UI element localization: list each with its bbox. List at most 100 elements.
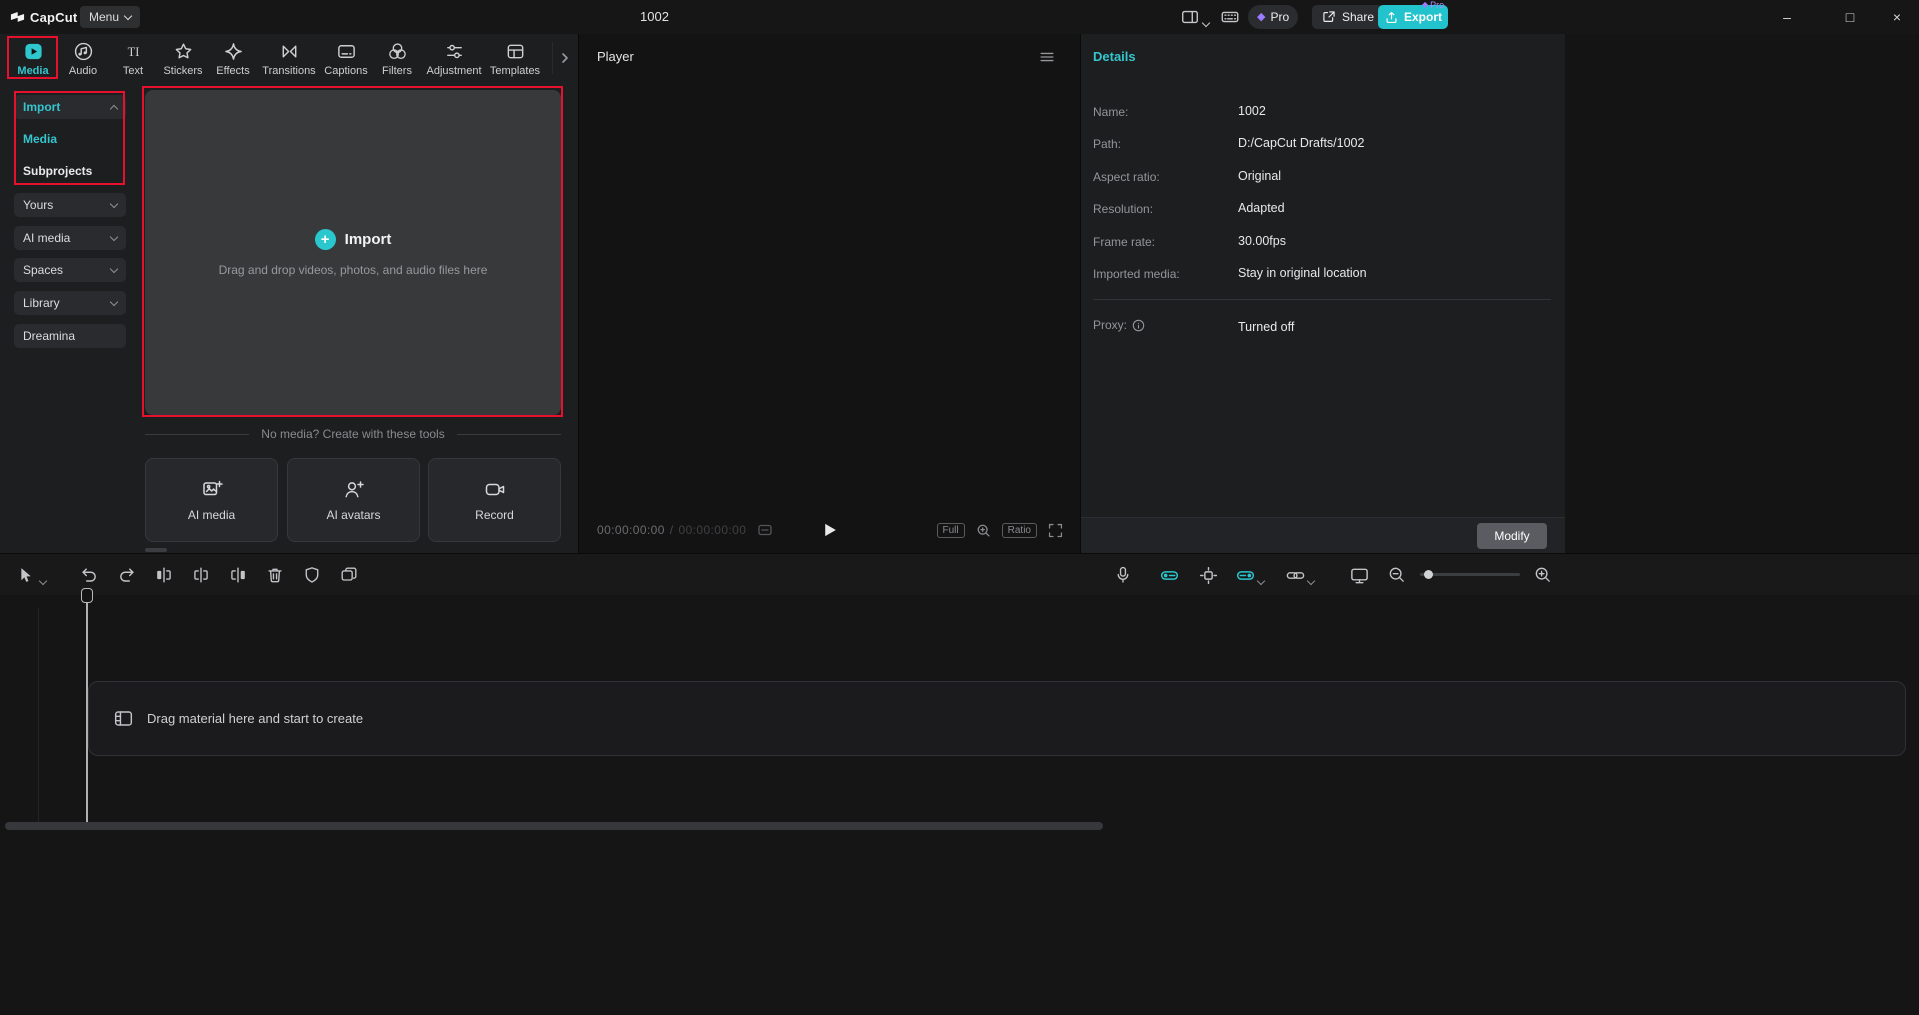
- timecode: 00:00:00:00 / 00:00:00:00: [597, 515, 773, 545]
- zoom-magnifier-icon[interactable]: [975, 522, 992, 539]
- tabs-overflow-button[interactable]: [552, 42, 577, 74]
- details-row-path: Path: D:/CapCut Drafts/1002: [1093, 136, 1365, 151]
- chevron-down-icon: [109, 232, 119, 242]
- maximize-button[interactable]: □: [1828, 0, 1872, 34]
- zoom-out-icon[interactable]: [1386, 564, 1408, 586]
- share-label: Share: [1342, 10, 1375, 24]
- share-button[interactable]: Share: [1312, 5, 1384, 29]
- preview-axis-icon[interactable]: [1348, 564, 1370, 586]
- tab-text[interactable]: TI Text: [108, 37, 158, 81]
- sidebar-item-import[interactable]: Import: [14, 95, 126, 119]
- chevron-down-icon[interactable]: [1306, 571, 1316, 589]
- chevron-right-icon: [559, 52, 571, 64]
- timeline-toolbar: [0, 553, 1919, 595]
- undo-icon[interactable]: [78, 564, 100, 586]
- voiceover-mic-icon[interactable]: [1112, 564, 1134, 586]
- menu-button[interactable]: Menu: [80, 6, 141, 28]
- duration-box-icon[interactable]: [757, 522, 773, 538]
- sparkle-icon: [223, 41, 244, 62]
- import-drop-area[interactable]: + Import Drag and drop videos, photos, a…: [145, 90, 561, 415]
- sliders-icon: [444, 41, 465, 62]
- timeline-zoom-slider[interactable]: [1420, 570, 1520, 579]
- playhead-handle[interactable]: [81, 588, 93, 603]
- tab-adjustment[interactable]: Adjustment: [422, 37, 486, 81]
- timeline-scrollbar[interactable]: [5, 822, 1103, 830]
- zoom-in-icon[interactable]: [1532, 564, 1554, 586]
- ai-media-card[interactable]: AI media: [145, 458, 278, 542]
- sidebar-item-dreamina[interactable]: Dreamina: [14, 324, 126, 348]
- tab-transitions[interactable]: Transitions: [258, 37, 320, 81]
- player-controls: 00:00:00:00 / 00:00:00:00 Full Ratio: [579, 515, 1080, 545]
- media-sidebar: Import Media Subprojects Yours AI media …: [0, 82, 140, 553]
- sidebar-item-media[interactable]: Media: [14, 128, 126, 150]
- chevron-down-icon: [123, 11, 133, 21]
- tab-stickers[interactable]: Stickers: [156, 37, 210, 81]
- play-button[interactable]: [821, 521, 838, 539]
- media-icon: [23, 41, 44, 62]
- player-title: Player: [597, 49, 634, 64]
- asset-tab-bar: Media Audio TI Text Stickers Effects Tra…: [0, 34, 578, 82]
- timeline-drop-zone[interactable]: Drag material here and start to create: [88, 681, 1906, 756]
- ai-avatars-icon: [343, 478, 365, 500]
- chevron-down-icon: [109, 199, 119, 209]
- player-view-controls: Full Ratio: [936, 515, 1064, 545]
- details-row-aspect-ratio: Aspect ratio: Original: [1093, 169, 1282, 184]
- tab-audio[interactable]: Audio: [58, 37, 108, 81]
- tab-filters[interactable]: Filters: [374, 37, 420, 81]
- link-clips-icon[interactable]: [1284, 564, 1306, 586]
- delete-left-split-icon[interactable]: [153, 564, 175, 586]
- sidebar-item-subprojects[interactable]: Subprojects: [14, 160, 126, 182]
- media-import-panel: + Import Drag and drop videos, photos, a…: [140, 82, 578, 553]
- details-row-proxy: Proxy:: [1093, 318, 1145, 332]
- split-icon[interactable]: [190, 564, 212, 586]
- free-position-toggle-icon[interactable]: [1197, 564, 1219, 586]
- details-row-frame-rate: Frame rate: 30.00fps: [1093, 234, 1286, 249]
- redo-icon[interactable]: [116, 564, 138, 586]
- sidebar-item-ai-media[interactable]: AI media: [14, 226, 126, 250]
- sidebar-item-library[interactable]: Library: [14, 291, 126, 315]
- tools-divider: No media? Create with these tools: [145, 427, 561, 441]
- fullscreen-icon[interactable]: [1047, 522, 1064, 539]
- tab-effects[interactable]: Effects: [210, 37, 256, 81]
- modify-button[interactable]: Modify: [1477, 523, 1547, 549]
- transitions-icon: [279, 41, 300, 62]
- delete-right-split-icon[interactable]: [227, 564, 249, 586]
- full-button[interactable]: Full: [936, 522, 965, 538]
- close-button[interactable]: ×: [1875, 0, 1919, 34]
- tab-templates[interactable]: Templates: [484, 37, 546, 81]
- media-panel-scrollbar[interactable]: [145, 548, 167, 552]
- ratio-button[interactable]: Ratio: [1001, 522, 1037, 538]
- plus-circle-icon: +: [314, 228, 336, 250]
- tab-media[interactable]: Media: [8, 37, 58, 81]
- mask-shield-icon[interactable]: [301, 564, 323, 586]
- chevron-down-icon[interactable]: [1201, 13, 1211, 31]
- templates-icon: [505, 41, 526, 62]
- select-tool-icon[interactable]: [14, 564, 36, 586]
- compound-clip-icon[interactable]: [338, 564, 360, 586]
- minimize-button[interactable]: –: [1765, 0, 1809, 34]
- zoom-slider-handle[interactable]: [1424, 570, 1433, 579]
- tab-captions[interactable]: Captions: [318, 37, 374, 81]
- player-menu-icon[interactable]: [1038, 48, 1056, 66]
- record-card[interactable]: Record: [428, 458, 561, 542]
- info-icon[interactable]: [1132, 319, 1145, 332]
- pro-button[interactable]: ◆ Pro: [1248, 5, 1299, 29]
- keyboard-shortcuts-icon[interactable]: [1220, 7, 1240, 27]
- chevron-down-icon[interactable]: [1256, 571, 1266, 589]
- camera-icon: [484, 478, 506, 500]
- media-clip-icon: [113, 708, 134, 729]
- ai-avatars-card[interactable]: AI avatars: [287, 458, 420, 542]
- total-time: 00:00:00:00: [678, 523, 747, 537]
- sidebar-item-yours[interactable]: Yours: [14, 193, 126, 217]
- workspace-layout-icon[interactable]: [1180, 7, 1200, 27]
- delete-icon[interactable]: [264, 564, 286, 586]
- main-track-magnet-toggle-icon[interactable]: [1158, 564, 1180, 586]
- auto-link-toggle-icon[interactable]: [1234, 564, 1256, 586]
- chevron-down-icon[interactable]: [38, 571, 48, 589]
- svg-text:TI: TI: [127, 45, 139, 59]
- pro-diamond-icon: ◆: [1257, 10, 1266, 23]
- sidebar-item-spaces[interactable]: Spaces: [14, 258, 126, 282]
- filters-icon: [387, 41, 408, 62]
- import-hint: Drag and drop videos, photos, and audio …: [218, 262, 488, 277]
- ai-media-icon: [201, 478, 223, 500]
